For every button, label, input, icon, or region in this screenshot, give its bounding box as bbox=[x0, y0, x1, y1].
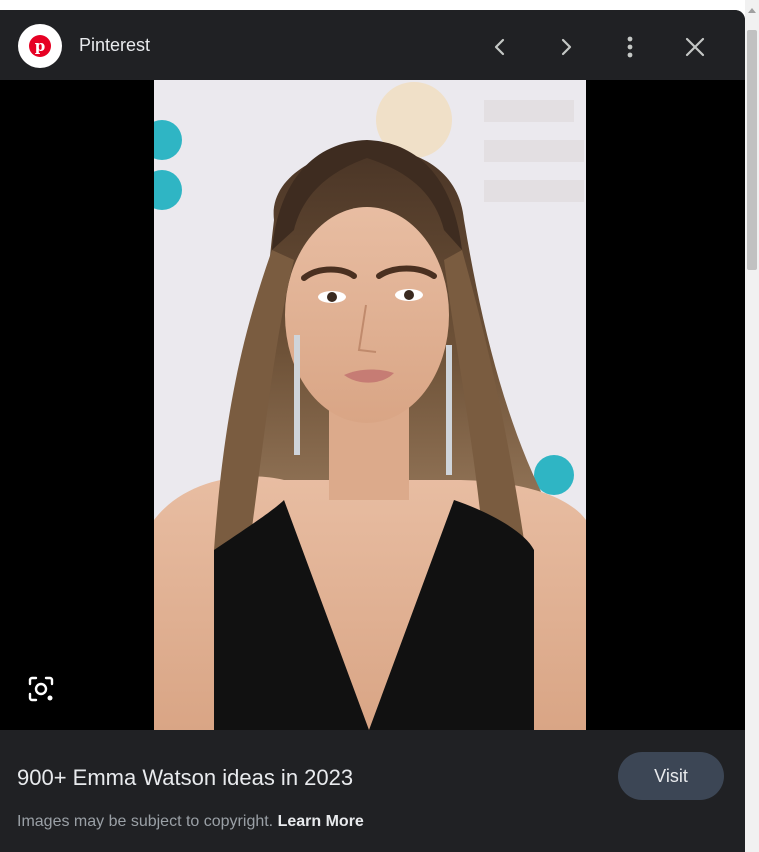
image-title-link[interactable]: 900+ Emma Watson ideas in 2023 bbox=[17, 764, 353, 792]
source-name[interactable]: Pinterest bbox=[79, 34, 150, 56]
copyright-notice: Images may be subject to copyright. Lear… bbox=[17, 812, 364, 832]
preview-image[interactable] bbox=[154, 80, 586, 730]
more-vert-icon bbox=[627, 36, 633, 58]
pinterest-logo-icon[interactable]: p bbox=[18, 24, 62, 68]
viewer-header: p Pinterest bbox=[0, 10, 745, 80]
image-viewer-panel: p Pinterest 900+ Emma Watson ideas in 20… bbox=[0, 10, 745, 852]
copyright-text: Images may be subject to copyright. bbox=[17, 813, 274, 830]
pinterest-logo-letter: p bbox=[29, 35, 51, 57]
chevron-right-icon bbox=[561, 38, 572, 56]
close-button[interactable] bbox=[675, 27, 715, 67]
learn-more-link[interactable]: Learn More bbox=[278, 813, 364, 830]
page-scrollbar[interactable] bbox=[745, 0, 759, 852]
scroll-up-arrow-icon[interactable] bbox=[748, 8, 756, 13]
previous-button[interactable] bbox=[480, 27, 520, 67]
portrait-photo bbox=[154, 80, 586, 730]
chevron-left-icon bbox=[494, 38, 505, 56]
search-image-with-lens-button[interactable] bbox=[22, 670, 60, 708]
image-stage bbox=[0, 80, 745, 730]
visit-button[interactable]: Visit bbox=[618, 752, 724, 800]
close-icon bbox=[685, 37, 705, 57]
lens-icon bbox=[28, 676, 54, 702]
more-options-button[interactable] bbox=[610, 27, 650, 67]
next-button[interactable] bbox=[546, 27, 586, 67]
viewer-footer: 900+ Emma Watson ideas in 2023 Visit Ima… bbox=[0, 730, 745, 852]
scrollbar-thumb[interactable] bbox=[747, 30, 757, 270]
